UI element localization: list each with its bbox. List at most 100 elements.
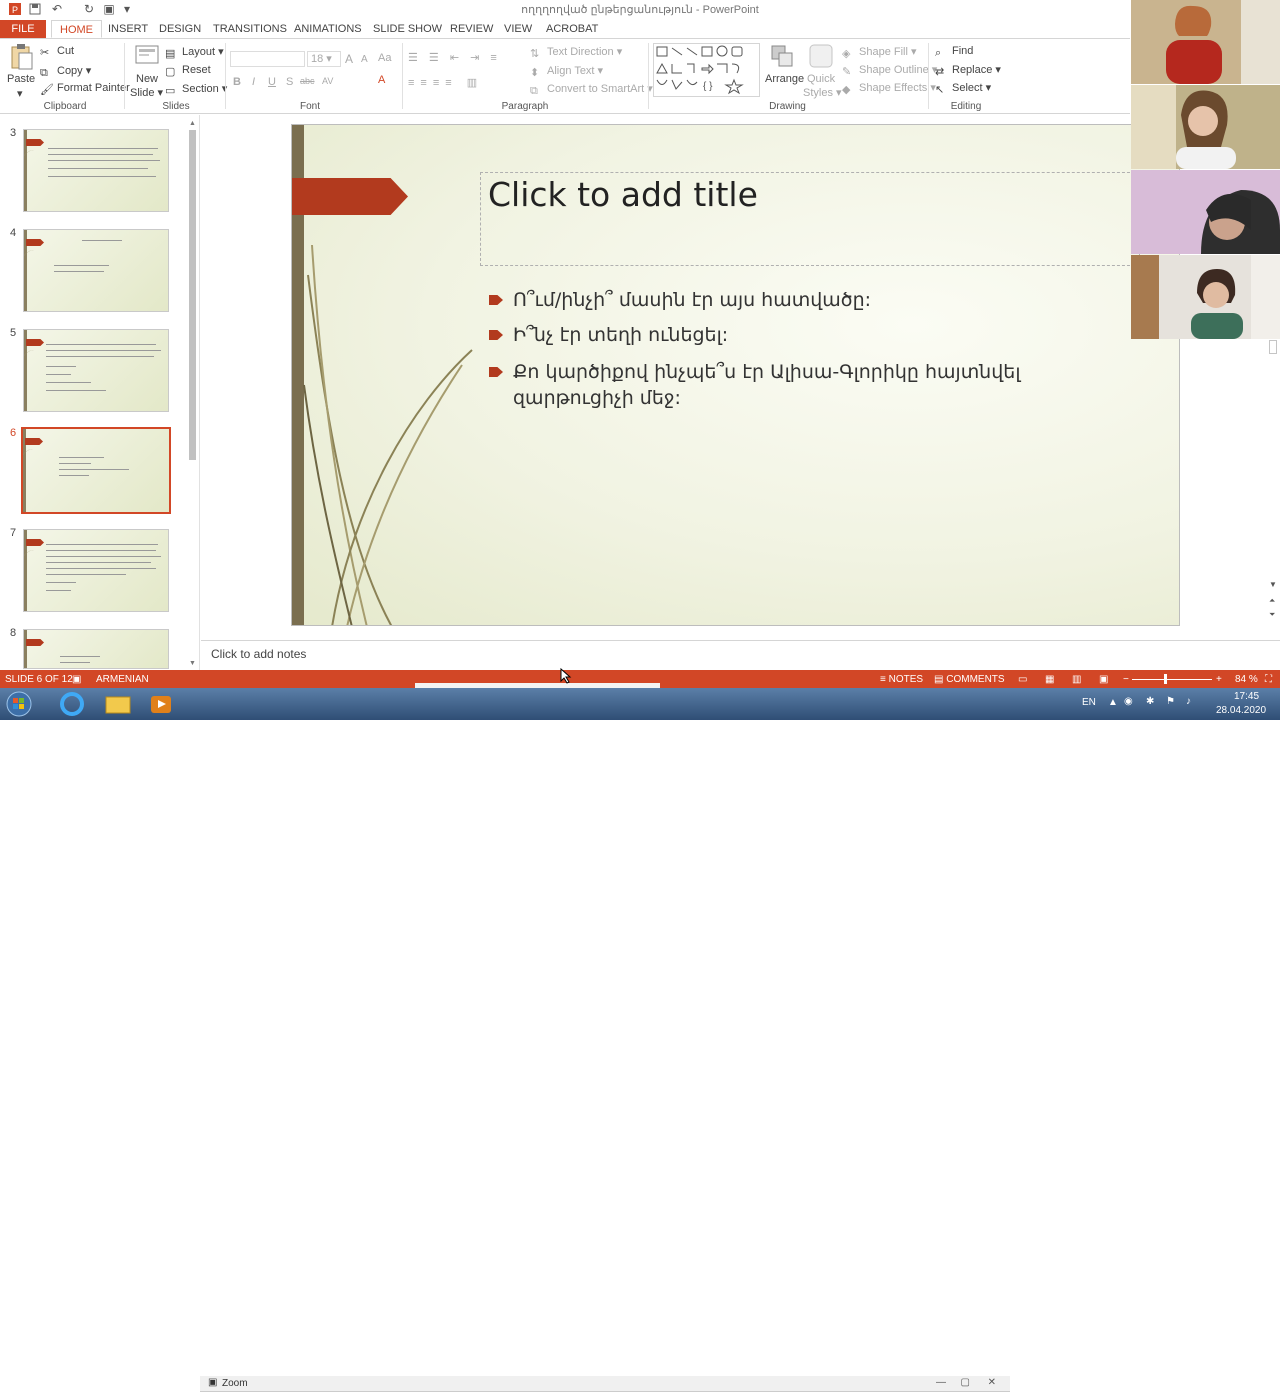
slide-title-placeholder[interactable]: Click to add title — [488, 175, 758, 214]
align-buttons[interactable]: ≡≡≡≡ ▥ — [408, 76, 483, 89]
participant-video-3[interactable] — [1131, 170, 1280, 254]
arrange-icon[interactable] — [769, 43, 795, 69]
tab-design[interactable]: DESIGN — [159, 20, 201, 38]
scroll-down-icon[interactable]: ▼ — [189, 660, 196, 667]
paste-button[interactable]: Paste — [7, 73, 35, 85]
bullet-item[interactable]: Ո՞ւմ/ինչի՞ մասին էր այս հատվածը: — [489, 287, 1049, 313]
zoom-slider-thumb[interactable] — [1164, 674, 1167, 684]
previous-slide-icon[interactable]: ⏶ — [1269, 596, 1275, 606]
slide-thumbnail-selected[interactable] — [21, 427, 171, 514]
new-slide-icon[interactable] — [134, 43, 160, 69]
participant-video-1[interactable] — [1131, 0, 1280, 84]
slide-scrollbar[interactable]: ▼ ⏶ ⏷ — [1266, 340, 1280, 640]
clock-date[interactable]: 28.04.2020 — [1216, 705, 1266, 716]
select-button[interactable]: ↖ Select ▾ — [935, 81, 991, 96]
zoom-window-strip[interactable]: ▣ Zoom — ▢ ✕ — [200, 1376, 1010, 1392]
normal-view-icon[interactable]: ▭ — [1018, 674, 1027, 685]
participant-video-4[interactable] — [1131, 255, 1280, 339]
spellcheck-icon[interactable]: ▣ — [72, 674, 81, 685]
participant-video-2[interactable] — [1131, 85, 1280, 169]
text-direction-button[interactable]: ⇅ Text Direction ▾ — [530, 45, 622, 60]
align-text-button[interactable]: ⬍ Align Text ▾ — [530, 64, 603, 79]
volume-icon[interactable]: ♪ — [1186, 696, 1191, 707]
zoom-level[interactable]: 84 % — [1235, 674, 1258, 685]
explorer-taskbar-icon[interactable] — [98, 690, 138, 718]
keyboard-language[interactable]: EN — [1082, 697, 1096, 708]
reset-button[interactable]: ▢ Reset — [165, 64, 211, 78]
tab-acrobat[interactable]: ACROBAT — [546, 20, 598, 38]
tab-home[interactable]: HOME — [51, 20, 102, 38]
slide-thumbnail[interactable] — [23, 529, 169, 612]
scroll-down-icon[interactable]: ▼ — [1269, 580, 1277, 589]
font-family-box[interactable] — [230, 51, 305, 67]
reading-view-icon[interactable]: ▥ — [1072, 674, 1081, 685]
tab-slide-show[interactable]: SLIDE SHOW — [373, 20, 442, 38]
network-icon[interactable]: ◉ — [1124, 696, 1133, 707]
notes-toggle[interactable]: ≡ NOTES — [880, 674, 923, 685]
slideshow-icon[interactable]: ▣ — [1099, 674, 1108, 685]
scroll-up-icon[interactable]: ▲ — [189, 120, 196, 127]
italic-button[interactable]: I — [252, 76, 255, 88]
paste-icon[interactable] — [8, 43, 34, 70]
tab-transitions[interactable]: TRANSITIONS — [213, 20, 287, 38]
paste-dropdown-icon[interactable]: ▾ — [17, 87, 23, 100]
shape-outline-button[interactable]: ✎ Shape Outline ▾ — [842, 63, 937, 78]
slide-thumbnail[interactable] — [23, 229, 169, 312]
font-size-box[interactable]: 18 ▾ — [307, 51, 341, 67]
quick-styles-label-1[interactable]: Quick — [807, 73, 835, 85]
fit-to-window-icon[interactable]: ⛶ — [1265, 674, 1272, 685]
new-slide-label-1[interactable]: New — [136, 73, 158, 85]
char-spacing-button[interactable]: AV — [322, 76, 333, 86]
zoom-slider[interactable] — [1132, 679, 1212, 680]
close-icon[interactable]: ✕ — [988, 1377, 996, 1388]
shrink-font-button[interactable]: A — [361, 54, 368, 65]
shape-fill-button[interactable]: ◈ Shape Fill ▾ — [842, 45, 917, 60]
cut-button[interactable]: ✂ Cut — [40, 45, 74, 59]
new-slide-button[interactable]: Slide ▾ — [130, 86, 163, 99]
slide-thumbnail[interactable] — [23, 129, 169, 212]
tab-file[interactable]: FILE — [0, 20, 46, 38]
shape-effects-button[interactable]: ◆ Shape Effects ▾ — [842, 81, 936, 96]
replace-button[interactable]: ⇄ Replace ▾ — [935, 63, 1001, 78]
slide-sorter-icon[interactable]: ▦ — [1045, 674, 1054, 685]
copy-button[interactable]: ⧉ Copy ▾ — [40, 64, 91, 79]
bullet-item[interactable]: Քո կարծիքով ինչպե՞ս էր Ալիսա-Գլորիկը հայ… — [489, 359, 1049, 411]
scroll-thumb[interactable] — [1269, 340, 1277, 354]
layout-button[interactable]: ▤ Layout ▾ — [165, 45, 224, 60]
tab-review[interactable]: REVIEW — [450, 20, 493, 38]
start-button[interactable] — [4, 690, 38, 718]
grow-font-button[interactable]: A — [345, 52, 353, 66]
clock-time[interactable]: 17:45 — [1234, 691, 1259, 702]
flag-icon[interactable]: ⚑ — [1166, 696, 1175, 707]
bluetooth-icon[interactable]: ✱ — [1146, 696, 1154, 707]
quick-styles-button[interactable]: Styles ▾ — [803, 86, 842, 99]
strikethrough-button[interactable]: abc — [300, 76, 315, 86]
tab-view[interactable]: VIEW — [504, 20, 532, 38]
tray-expand-icon[interactable]: ▲ — [1108, 697, 1118, 708]
minimize-icon[interactable]: — — [936, 1377, 946, 1388]
clear-format-button[interactable]: Aa — [378, 52, 391, 64]
zoom-out-icon[interactable]: − — [1123, 674, 1129, 685]
slide-thumbnail[interactable] — [23, 329, 169, 412]
thumbnail-scrollbar[interactable]: ▲ ▼ — [187, 120, 198, 667]
section-button[interactable]: ▭ Section ▾ — [165, 82, 227, 97]
scroll-thumb[interactable] — [189, 130, 196, 460]
notes-placeholder[interactable]: Click to add notes — [211, 647, 306, 661]
tab-animations[interactable]: ANIMATIONS — [294, 20, 362, 38]
arrange-button[interactable]: Arrange — [765, 73, 804, 85]
next-slide-icon[interactable]: ⏷ — [1269, 610, 1275, 620]
notes-pane[interactable]: Click to add notes — [201, 640, 1280, 670]
font-color-button[interactable]: A — [378, 74, 385, 86]
comments-toggle[interactable]: ▤ COMMENTS — [934, 674, 1005, 685]
zoom-in-icon[interactable]: + — [1216, 674, 1222, 685]
maximize-icon[interactable]: ▢ — [961, 1377, 970, 1388]
language-indicator[interactable]: ARMENIAN — [96, 674, 149, 685]
underline-button[interactable]: U — [268, 76, 276, 88]
quick-styles-icon[interactable] — [808, 43, 834, 69]
slide-thumbnail[interactable] — [23, 629, 169, 669]
shadow-button[interactable]: S — [286, 76, 293, 88]
bullets-button[interactable]: ☰ ☰ ⇤ ⇥ ≡ — [408, 51, 501, 64]
format-painter-button[interactable]: 🖌 Format Painter — [40, 82, 130, 96]
shapes-gallery[interactable]: { } — [653, 43, 760, 97]
media-player-taskbar-icon[interactable] — [142, 690, 182, 718]
